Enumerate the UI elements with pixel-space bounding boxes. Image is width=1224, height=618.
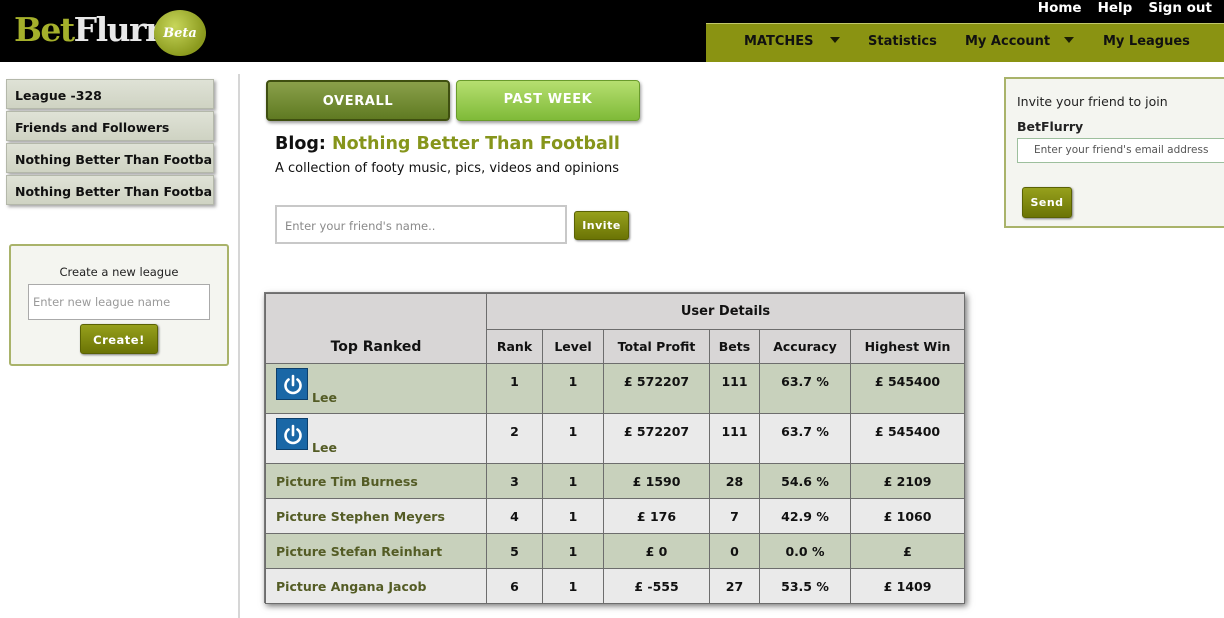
profit-cell: £ 1590 bbox=[603, 463, 710, 499]
avatar-power-icon[interactable] bbox=[276, 368, 308, 400]
user-name-link[interactable]: Lee bbox=[312, 390, 337, 405]
leaderboard-table: Top Ranked User Details Rank Level Total… bbox=[264, 292, 966, 604]
highest-win-cell: £ 1409 bbox=[849, 568, 966, 604]
header-top-ranked: Top Ranked bbox=[265, 293, 487, 364]
table-row: Lee 1 1 £ 572207 111 63.7 % £ 545400 bbox=[265, 363, 966, 414]
bets-cell: 28 bbox=[709, 463, 760, 499]
table-row: Picture Stephen Meyers 4 1 £ 176 7 42.9 … bbox=[265, 498, 966, 534]
accuracy-cell: 63.7 % bbox=[759, 413, 851, 464]
rank-cell: 5 bbox=[486, 533, 543, 569]
bets-cell: 111 bbox=[709, 413, 760, 464]
blog-title: Blog: Nothing Better Than Football bbox=[275, 134, 620, 154]
sign-out-link[interactable]: Sign out bbox=[1148, 0, 1212, 16]
invite-title: Invite your friend to join bbox=[1017, 94, 1168, 109]
profit-cell: £ -555 bbox=[603, 568, 710, 604]
level-cell: 1 bbox=[542, 533, 604, 569]
avatar-power-icon[interactable] bbox=[276, 418, 308, 450]
beta-badge: Beta bbox=[154, 10, 206, 56]
rank-cell: 2 bbox=[486, 413, 543, 464]
user-name-link[interactable]: Picture Angana Jacob bbox=[265, 568, 487, 604]
invite-friend-panel: Invite your friend to join BetFlurry Ent… bbox=[1004, 77, 1224, 228]
bets-cell: 27 bbox=[709, 568, 760, 604]
highest-win-cell: £ 545400 bbox=[849, 413, 966, 464]
table-row: Picture Angana Jacob 6 1 £ -555 27 53.5 … bbox=[265, 568, 966, 604]
invite-button[interactable]: Invite bbox=[574, 211, 629, 240]
tab-past-week[interactable]: PAST WEEK bbox=[456, 80, 640, 121]
send-button[interactable]: Send bbox=[1022, 187, 1072, 218]
highest-win-cell: £ 545400 bbox=[849, 363, 966, 414]
header-accuracy[interactable]: Accuracy bbox=[759, 329, 851, 364]
level-cell: 1 bbox=[542, 463, 604, 499]
highest-win-cell: £ 1060 bbox=[849, 498, 966, 534]
league-item[interactable]: Nothing Better Than Football bbox=[6, 143, 214, 173]
level-cell: 1 bbox=[542, 363, 604, 414]
level-cell: 1 bbox=[542, 498, 604, 534]
highest-win-cell: £ 2109 bbox=[849, 463, 966, 499]
user-name-link[interactable]: Picture Stefan Reinhart bbox=[265, 533, 487, 569]
level-cell: 1 bbox=[542, 568, 604, 604]
home-link[interactable]: Home bbox=[1038, 0, 1082, 16]
accuracy-cell: 0.0 % bbox=[759, 533, 851, 569]
accuracy-cell: 63.7 % bbox=[759, 363, 851, 414]
user-name-link[interactable]: Lee bbox=[312, 440, 337, 455]
league-name-input[interactable]: Enter new league name bbox=[28, 284, 210, 320]
user-name-link[interactable]: Picture Tim Burness bbox=[265, 463, 487, 499]
league-item[interactable]: Nothing Better Than Football bbox=[6, 175, 214, 205]
site-header: BetFlurry Beta Home Help Sign out MATCHE… bbox=[0, 0, 1224, 62]
sidebar-divider bbox=[238, 74, 240, 618]
profit-cell: £ 0 bbox=[603, 533, 710, 569]
rank-cell: 3 bbox=[486, 463, 543, 499]
top-links: Home Help Sign out bbox=[1038, 0, 1212, 16]
invite-brand: BetFlurry bbox=[1017, 119, 1084, 134]
header-bets[interactable]: Bets bbox=[709, 329, 760, 364]
user-name-link[interactable]: Picture Stephen Meyers bbox=[265, 498, 487, 534]
table-row: Lee 2 1 £ 572207 111 63.7 % £ 545400 bbox=[265, 413, 966, 464]
header-rank[interactable]: Rank bbox=[486, 329, 543, 364]
header-total-profit[interactable]: Total Profit bbox=[603, 329, 710, 364]
accuracy-cell: 53.5 % bbox=[759, 568, 851, 604]
league-list: League -328 Friends and Followers Nothin… bbox=[6, 79, 214, 207]
header-user-details: User Details bbox=[485, 293, 966, 330]
bets-cell: 111 bbox=[709, 363, 760, 414]
blog-name-link[interactable]: Nothing Better Than Football bbox=[332, 134, 620, 154]
friend-name-input[interactable]: Enter your friend's name.. bbox=[275, 205, 567, 244]
create-league-button[interactable]: Create! bbox=[80, 324, 158, 354]
highest-win-cell: £ bbox=[849, 533, 966, 569]
league-item[interactable]: League -328 bbox=[6, 79, 214, 109]
header-highest-win[interactable]: Highest Win bbox=[849, 329, 966, 364]
menu-my-account[interactable]: My Account bbox=[965, 34, 1050, 49]
bets-cell: 0 bbox=[709, 533, 760, 569]
header-level[interactable]: Level bbox=[542, 329, 604, 364]
bets-cell: 7 bbox=[709, 498, 760, 534]
help-link[interactable]: Help bbox=[1098, 0, 1133, 16]
profit-cell: £ 572207 bbox=[603, 413, 710, 464]
rank-cell: 4 bbox=[486, 498, 543, 534]
create-league-title: Create a new league bbox=[59, 265, 179, 279]
create-league-panel: Create a new league Enter new league nam… bbox=[9, 244, 229, 366]
league-item[interactable]: Friends and Followers bbox=[6, 111, 214, 141]
profit-cell: £ 176 bbox=[603, 498, 710, 534]
table-row: Picture Tim Burness 3 1 £ 1590 28 54.6 %… bbox=[265, 463, 966, 499]
my-account-dropdown-icon[interactable] bbox=[1064, 37, 1074, 43]
friend-email-input[interactable]: Enter your friend's email address bbox=[1017, 138, 1224, 163]
main-menu: MATCHES Statistics My Account My Leagues bbox=[706, 23, 1224, 62]
accuracy-cell: 42.9 % bbox=[759, 498, 851, 534]
blog-description: A collection of footy music, pics, video… bbox=[275, 161, 619, 176]
tab-overall[interactable]: OVERALL bbox=[266, 80, 450, 121]
user-cell: Lee bbox=[265, 363, 487, 414]
user-cell: Lee bbox=[265, 413, 487, 464]
menu-my-leagues[interactable]: My Leagues bbox=[1103, 34, 1190, 49]
menu-matches[interactable]: MATCHES bbox=[744, 34, 814, 49]
matches-dropdown-icon[interactable] bbox=[830, 37, 840, 43]
accuracy-cell: 54.6 % bbox=[759, 463, 851, 499]
profit-cell: £ 572207 bbox=[603, 363, 710, 414]
level-cell: 1 bbox=[542, 413, 604, 464]
menu-statistics[interactable]: Statistics bbox=[868, 34, 937, 49]
rank-cell: 6 bbox=[486, 568, 543, 604]
rank-cell: 1 bbox=[486, 363, 543, 414]
table-row: Picture Stefan Reinhart 5 1 £ 0 0 0.0 % … bbox=[265, 533, 966, 569]
